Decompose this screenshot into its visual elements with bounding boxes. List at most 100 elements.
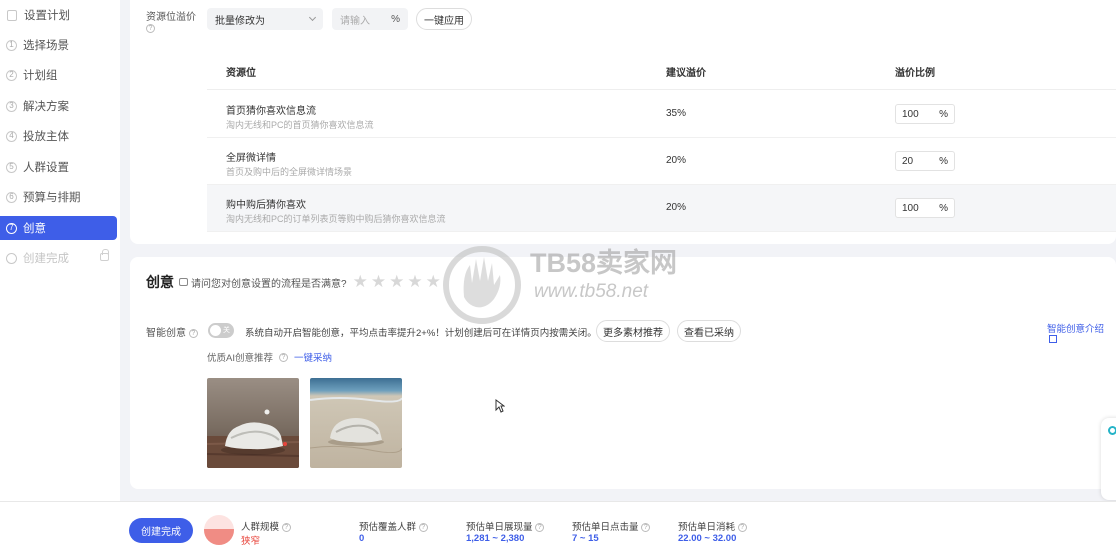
- intro-link-text: 智能创意介绍: [1047, 324, 1105, 335]
- shoe-on-wood-image: [207, 378, 299, 468]
- floating-assistant-widget[interactable]: [1101, 418, 1116, 500]
- sidebar-item-plan-group[interactable]: 2 计划组: [0, 63, 117, 87]
- adopt-all-link[interactable]: 一键采纳: [294, 350, 332, 364]
- ratio-input[interactable]: 100 %: [895, 104, 955, 124]
- smart-creative-intro-link[interactable]: 智能创意介绍: [1047, 321, 1116, 346]
- row-suggest: 20%: [666, 202, 687, 213]
- sidebar-item-subject[interactable]: 4 投放主体: [0, 124, 117, 148]
- row-desc: 首页及购中后的全屏微详情场景: [226, 167, 353, 177]
- batch-modify-select[interactable]: 批量修改为: [207, 8, 323, 30]
- survey-question: 请问您对创意设置的流程是否满意?: [191, 278, 347, 290]
- document-icon: [7, 9, 17, 21]
- step-number-icon: 5: [6, 161, 17, 173]
- creative-image[interactable]: [207, 378, 299, 468]
- star-icon[interactable]: ★: [371, 272, 389, 292]
- sidebar: 设置计划 1 选择场景 2 计划组 3 解决方案 4 投放主体 5 人群设置 6…: [0, 0, 120, 546]
- sidebar-item-setup-plan[interactable]: 设置计划: [0, 3, 117, 27]
- sidebar-item-creative[interactable]: 7 创意: [0, 216, 117, 240]
- hand-logo-icon: [443, 246, 521, 324]
- creative-image[interactable]: [310, 378, 402, 468]
- percent-unit: %: [391, 13, 400, 25]
- help-icon[interactable]: ?: [641, 522, 651, 532]
- ratio-value: 100: [902, 108, 919, 120]
- audience-gauge: [204, 515, 234, 545]
- watermark-brand: TB58卖家网: [530, 248, 678, 278]
- view-adopted-button[interactable]: 查看已采纳: [677, 320, 741, 342]
- smart-creative-toggle[interactable]: 关: [208, 323, 234, 338]
- table-row: 首页猜你喜欢信息流 淘内无线和PC的首页猜你喜欢信息流 35% 100 %: [207, 91, 1116, 138]
- premium-input[interactable]: 请输入 %: [332, 8, 408, 30]
- watermark: TB58卖家网 www.tb58.net: [438, 235, 678, 335]
- stat-value: 22.00 ~ 32.00: [678, 533, 737, 544]
- ai-recommend-label: 优质AI创意推荐: [207, 353, 273, 364]
- col-resource: 资源位: [226, 68, 256, 79]
- smart-creative-label: 智能创意 ?: [146, 324, 198, 339]
- toggle-text: 关: [223, 327, 230, 334]
- apply-all-button[interactable]: 一键应用: [416, 8, 472, 30]
- help-icon[interactable]: ?: [146, 23, 155, 33]
- sidebar-item-budget[interactable]: 6 预算与排期: [0, 185, 117, 209]
- star-icon[interactable]: ★: [353, 272, 371, 292]
- help-icon[interactable]: ?: [278, 352, 288, 362]
- shoe-on-beach-image: [310, 378, 402, 468]
- sidebar-item-label: 选择场景: [23, 40, 69, 52]
- lock-icon: [100, 249, 109, 261]
- creative-title: 创意: [146, 274, 174, 290]
- premium-input-placeholder: 请输入: [340, 15, 370, 27]
- sidebar-item-label: 计划组: [23, 70, 58, 82]
- star-icon[interactable]: ★: [389, 272, 407, 292]
- percent-unit: %: [939, 202, 948, 214]
- step-number-icon: 3: [6, 100, 17, 112]
- stat-label: 预估单日消耗 ?: [678, 519, 747, 533]
- row-suggest: 35%: [666, 108, 687, 119]
- sidebar-item-label: 投放主体: [23, 131, 69, 143]
- check-circle-icon: [6, 252, 17, 264]
- row-suggest: 20%: [666, 155, 687, 166]
- premium-label-text: 资源位溢价: [146, 12, 196, 23]
- row-title: 全屏微详情: [226, 153, 276, 164]
- step-number-icon: 2: [6, 69, 17, 81]
- premium-table-header: 资源位 建议溢价 溢价比例: [207, 52, 1116, 90]
- ratio-input[interactable]: 100 %: [895, 198, 955, 218]
- stat-label: 预估覆盖人群 ?: [359, 519, 428, 533]
- help-icon[interactable]: ?: [281, 522, 291, 532]
- step-number-icon: 6: [6, 191, 17, 203]
- row-desc: 淘内无线和PC的订单列表页等购中购后猜你喜欢信息流: [226, 214, 446, 224]
- sidebar-item-label: 解决方案: [23, 101, 69, 113]
- ai-recommend-row: 优质AI创意推荐 ? 一键采纳: [207, 350, 332, 364]
- create-complete-button[interactable]: 创建完成: [129, 518, 193, 543]
- table-row: 购中购后猜你喜欢 淘内无线和PC的订单列表页等购中购后猜你喜欢信息流 20% 1…: [207, 185, 1116, 232]
- audience-label: 人群规模 ?: [241, 519, 291, 533]
- comment-icon: [179, 278, 188, 286]
- stat-label-text: 预估覆盖人群: [359, 522, 417, 533]
- smart-creative-label-text: 智能创意: [146, 328, 186, 339]
- sidebar-item-audience[interactable]: 5 人群设置: [0, 155, 117, 179]
- col-ratio: 溢价比例: [895, 68, 935, 79]
- percent-unit: %: [939, 108, 948, 120]
- sidebar-item-label: 预算与排期: [23, 192, 81, 204]
- gauge-fill: [204, 529, 234, 545]
- watermark-url: www.tb58.net: [534, 281, 649, 302]
- sidebar-item-solution[interactable]: 3 解决方案: [0, 94, 117, 118]
- stat-value: 1,281 ~ 2,380: [466, 533, 525, 544]
- stat-label-text: 预估单日消耗: [678, 522, 736, 533]
- audience-label-text: 人群规模: [241, 522, 280, 533]
- chevron-down-icon: [308, 13, 317, 22]
- sidebar-item-label: 创意: [23, 223, 46, 235]
- help-icon[interactable]: ?: [418, 522, 428, 532]
- help-icon[interactable]: ?: [737, 522, 747, 532]
- sidebar-item-select-scene[interactable]: 1 选择场景: [0, 33, 117, 57]
- step-number-icon: 1: [6, 39, 17, 51]
- rating-stars[interactable]: ★ ★ ★ ★ ★: [353, 272, 444, 292]
- external-link-icon: [1049, 335, 1057, 343]
- help-icon[interactable]: ?: [188, 328, 198, 338]
- stat-label-text: 预估单日展现量: [466, 522, 533, 533]
- assistant-icon: [1108, 426, 1116, 435]
- ratio-value: 20: [902, 155, 914, 167]
- help-icon[interactable]: ?: [535, 522, 545, 532]
- premium-label: 资源位溢价 ?: [146, 8, 196, 34]
- audience-value: 狭窄: [241, 536, 261, 546]
- star-icon[interactable]: ★: [407, 272, 425, 292]
- stat-value: 0: [359, 533, 365, 544]
- ratio-input[interactable]: 20 %: [895, 151, 955, 171]
